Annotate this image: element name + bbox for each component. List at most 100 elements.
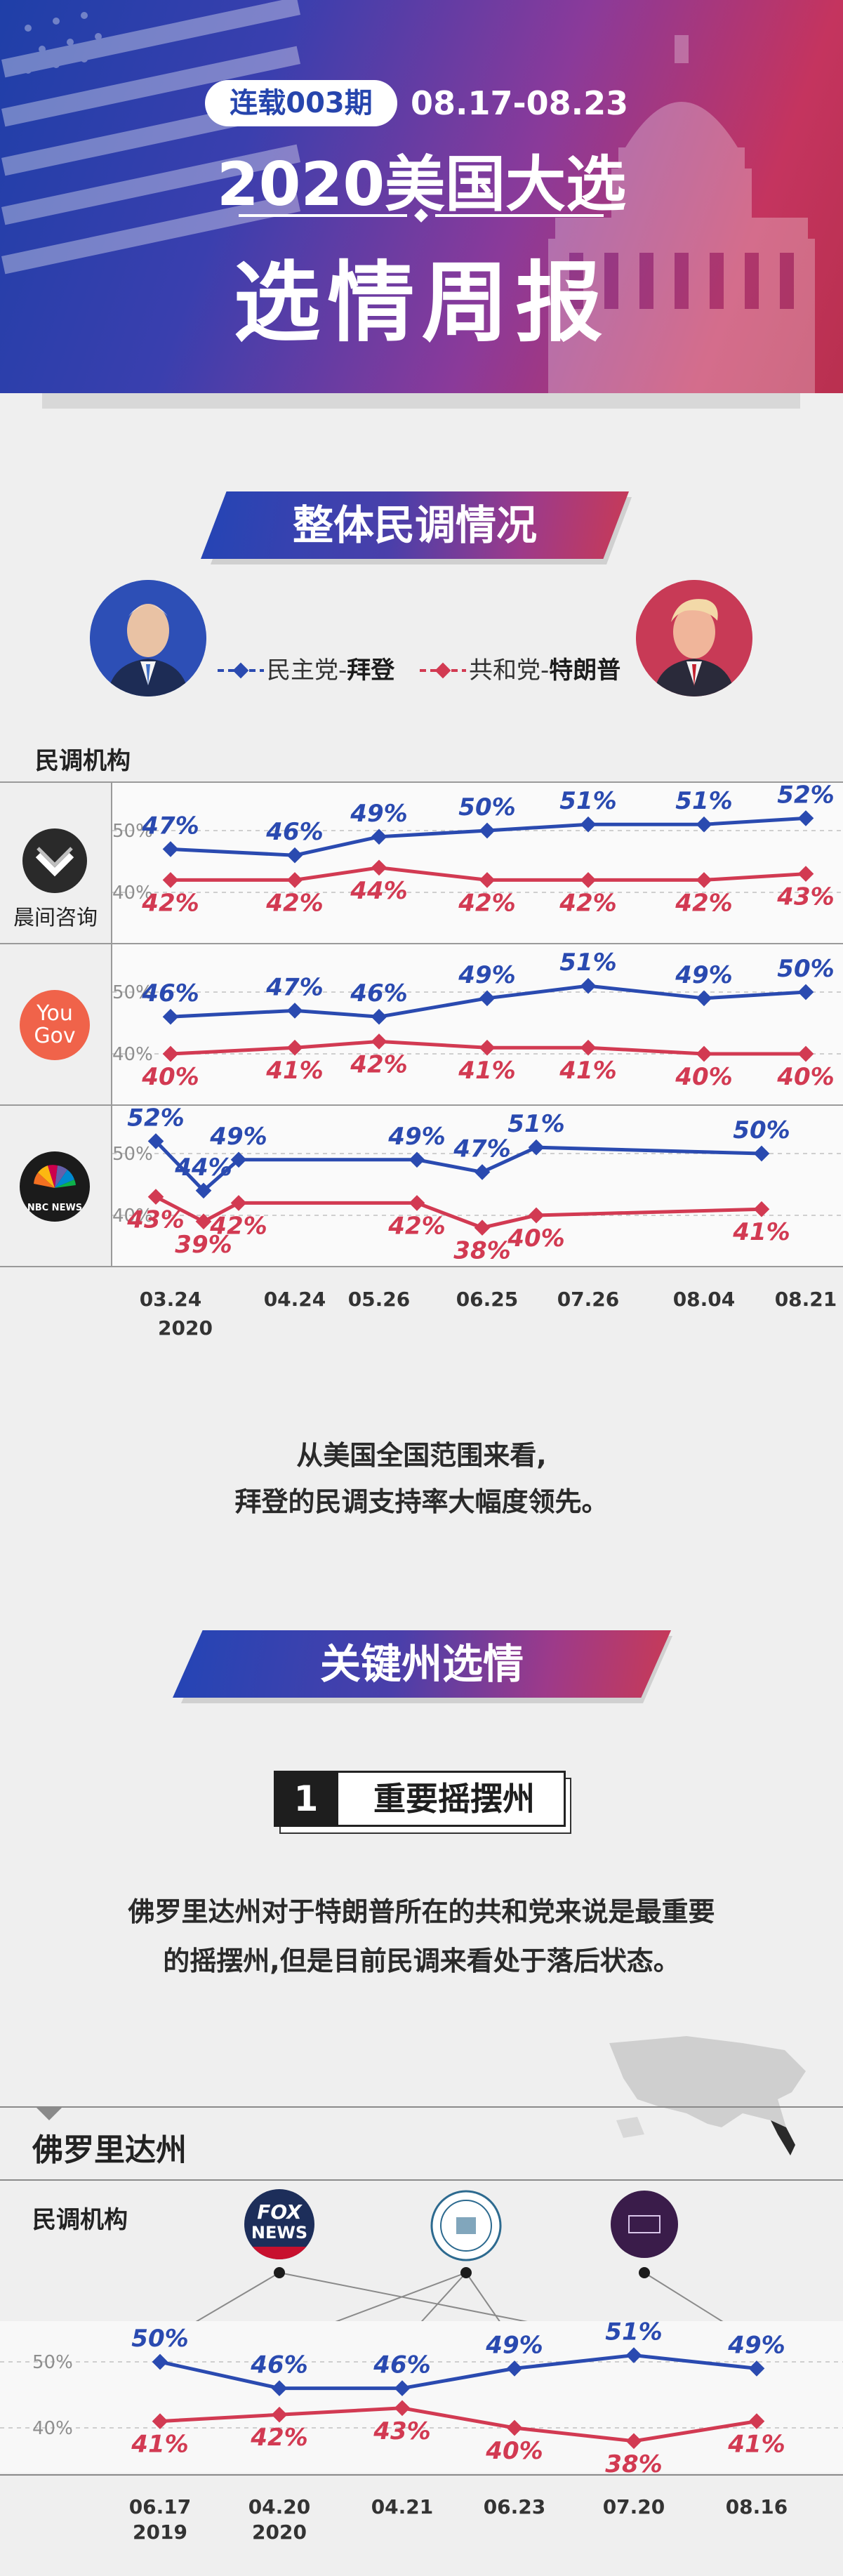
- data-label-3-0-1: 46%: [250, 2351, 307, 2379]
- state-summary-line-2: 的摇摆州,但是目前民调来看处于落后状态。: [163, 1946, 680, 1976]
- y-tick-label-3-40: 40%: [32, 2418, 73, 2439]
- data-label-1-0-5: 49%: [675, 961, 732, 989]
- y-tick-label-2-50: 50%: [112, 1144, 153, 1165]
- x-tick-label-florida-3: 06.23: [484, 2495, 546, 2518]
- national-summary-line-1: 从美国全国范围来看,: [296, 1440, 547, 1471]
- data-label-1-1-6: 40%: [776, 1063, 834, 1091]
- pollster-purple-logo: [611, 2191, 678, 2258]
- dem-candidate-text: 拜登: [347, 656, 395, 685]
- data-point-3-1-4: [625, 2433, 642, 2450]
- data-label-3-0-5: 49%: [727, 2331, 785, 2359]
- data-point-0-1-6: [797, 866, 814, 882]
- dem-legend-label: 民主党-拜登: [267, 656, 394, 685]
- data-point-0-0-6: [797, 810, 814, 826]
- data-point-0-1-3: [479, 872, 496, 888]
- data-point-3-1-2: [394, 2400, 411, 2417]
- data-label-0-0-0: 47%: [141, 812, 199, 840]
- x-tick-label-florida-1: 04.20: [248, 2495, 311, 2518]
- data-label-3-0-2: 46%: [373, 2351, 430, 2379]
- data-point-2-1-5: [528, 1207, 545, 1224]
- data-point-0-0-3: [479, 822, 496, 839]
- section-title-states: 关键州选情: [319, 1640, 524, 1688]
- data-point-0-1-0: [162, 872, 179, 888]
- data-point-3-1-0: [152, 2413, 168, 2429]
- data-point-0-0-0: [162, 841, 179, 857]
- data-point-2-0-5: [528, 1139, 545, 1156]
- data-label-1-0-2: 46%: [350, 979, 407, 1008]
- data-label-3-0-4: 51%: [605, 2318, 662, 2346]
- x-year-label-florida-1: 2020: [252, 2521, 307, 2544]
- x-tick-label-florida-2: 04.21: [371, 2495, 434, 2518]
- data-label-3-0-0: 50%: [131, 2325, 188, 2353]
- data-label-1-1-1: 41%: [265, 1057, 323, 1085]
- fox-news-logo: FOX NEWS: [244, 2189, 314, 2259]
- data-label-3-1-2: 43%: [373, 2417, 430, 2445]
- data-label-0-0-6: 52%: [777, 781, 834, 809]
- data-point-3-0-5: [748, 2360, 765, 2377]
- page-subtitle: 选情周报: [233, 253, 610, 354]
- data-point-1-0-1: [286, 1003, 303, 1019]
- data-label-3-1-4: 38%: [605, 2450, 662, 2478]
- data-label-3-0-3: 49%: [485, 2331, 543, 2359]
- data-point-2-0-6: [753, 1145, 770, 1162]
- x-tick-label-national-5: 08.04: [673, 1288, 736, 1311]
- data-label-0-0-4: 51%: [559, 787, 616, 815]
- page: 连载003期 08.17-08.23 2020美国大选 选情周报 整体民调情况: [0, 0, 843, 2576]
- data-label-3-1-0: 41%: [131, 2431, 188, 2459]
- y-tick-label-3-50: 50%: [32, 2352, 73, 2373]
- x-tick-label-national-2: 05.26: [348, 1288, 411, 1311]
- data-label-2-1-2: 42%: [209, 1212, 267, 1240]
- data-point-3-0-0: [152, 2353, 168, 2370]
- x-tick-label-national-3: 06.25: [456, 1288, 519, 1311]
- data-point-0-0-5: [696, 816, 712, 833]
- title-divider-right: [435, 214, 604, 217]
- rep-party-text: 共和党-: [469, 656, 550, 685]
- header-shadow-band: [42, 393, 800, 409]
- data-label-0-1-6: 43%: [776, 883, 834, 911]
- state-header-bottom-rule: [0, 2179, 843, 2181]
- us-map-icon: [609, 2036, 806, 2155]
- data-label-0-0-2: 49%: [350, 800, 407, 828]
- x-tick-label-florida-5: 08.16: [726, 2495, 788, 2518]
- data-point-0-1-1: [286, 872, 303, 888]
- x-tick-label-national-4: 07.26: [557, 1288, 620, 1311]
- data-label-0-0-5: 51%: [675, 787, 732, 815]
- fox-logo-text-1: FOX: [257, 2200, 302, 2224]
- data-point-3-0-4: [625, 2347, 642, 2363]
- state-header-notch: [35, 2106, 63, 2120]
- series-line-3-rep: [159, 2406, 757, 2443]
- data-label-0-1-1: 42%: [265, 889, 323, 917]
- data-point-1-1-5: [696, 1045, 712, 1062]
- tag-label: 重要摇摆州: [373, 1780, 535, 1818]
- data-label-0-1-4: 42%: [559, 889, 616, 917]
- data-label-1-0-6: 50%: [777, 955, 834, 983]
- data-label-0-1-2: 44%: [350, 877, 407, 905]
- national-polls-chart: 50% 40% 47% 46% 49% 50% 51% 51% 52% 42% 42% 44% 42% 4…: [112, 781, 843, 1311]
- data-label-1-0-1: 47%: [265, 973, 323, 1001]
- data-point-0-1-2: [371, 859, 387, 876]
- data-label-2-0-4: 47%: [453, 1135, 510, 1163]
- series-line-3-dem: [159, 2353, 757, 2391]
- data-label-0-1-3: 42%: [458, 889, 515, 917]
- data-point-1-0-0: [162, 1008, 179, 1025]
- data-point-1-0-2: [371, 1008, 387, 1025]
- rep-legend-marker: [420, 662, 466, 679]
- data-point-2-1-3: [409, 1195, 425, 1211]
- x-year-label-florida-0: 2019: [133, 2521, 187, 2544]
- x-tick-label-florida-4: 07.20: [603, 2495, 665, 2518]
- data-label-1-1-4: 41%: [559, 1057, 616, 1085]
- data-point-2-1-2: [230, 1195, 247, 1211]
- biden-avatar: [90, 580, 206, 696]
- data-point-0-0-1: [286, 847, 303, 864]
- data-point-1-1-6: [797, 1045, 814, 1062]
- data-point-2-1-4: [474, 1220, 491, 1236]
- data-label-2-0-0: 52%: [127, 1104, 184, 1132]
- university-seal-logo: [430, 2190, 502, 2261]
- x-tick-label-national-0: 03.24: [140, 1288, 202, 1311]
- trump-avatar: [636, 580, 752, 696]
- data-point-0-1-4: [580, 872, 597, 888]
- data-point-1-1-2: [371, 1033, 387, 1050]
- national-summary-line-2: 拜登的民调支持率大幅度领先。: [234, 1486, 609, 1517]
- org-header-national: 民调机构: [35, 747, 131, 775]
- data-point-3-1-1: [271, 2406, 288, 2423]
